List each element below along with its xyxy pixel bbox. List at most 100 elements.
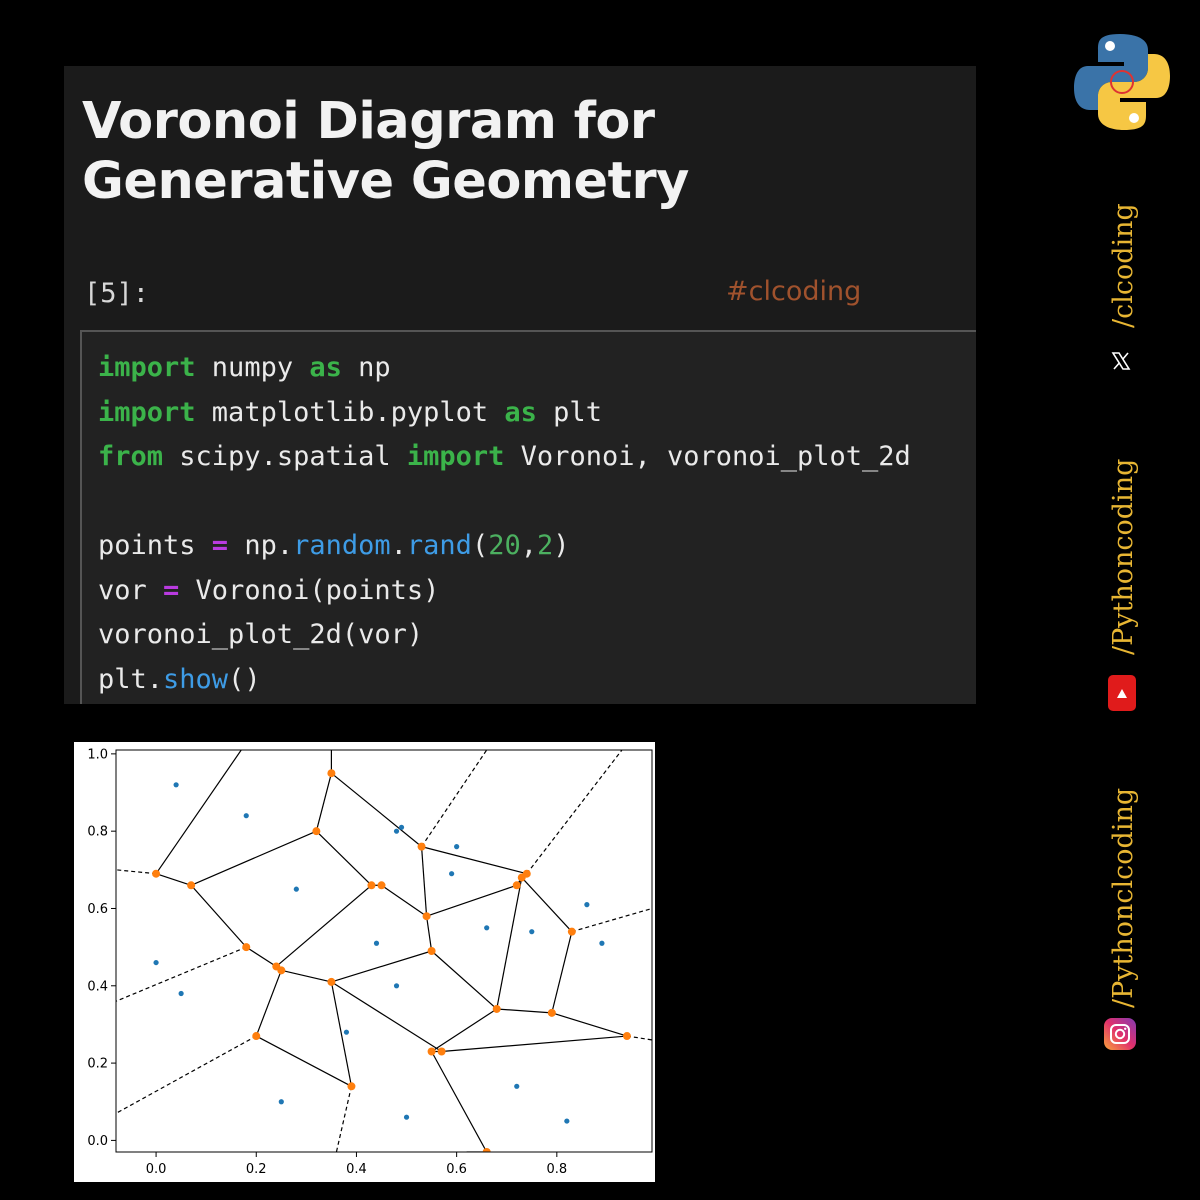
code-token: rand	[406, 530, 472, 561]
data-point	[153, 959, 159, 966]
voronoi-plot: 0.0 0.2 0.4 0.6 0.8 0.0 0.2 0.4 0.6 0.8 1.0	[74, 742, 655, 1182]
voronoi-ridge-infinite	[116, 1035, 257, 1114]
voronoi-vertex	[437, 1047, 446, 1056]
code-token: plt.	[98, 663, 164, 695]
voronoi-edge	[155, 873, 192, 886]
code-token: show	[163, 663, 229, 695]
code-token: =	[163, 574, 180, 606]
voronoi-edge	[190, 830, 317, 886]
data-point	[454, 844, 460, 850]
voronoi-vertex	[187, 881, 196, 890]
voronoi-edge	[551, 1012, 628, 1037]
data-point	[484, 925, 490, 931]
code-token: numpy	[195, 352, 310, 383]
code-token: (	[471, 530, 489, 561]
instagram-icon[interactable]	[1104, 1018, 1136, 1050]
voronoi-ridge-infinite	[116, 869, 157, 875]
code-token: Voronoi, voronoi_plot_2d	[504, 441, 911, 472]
voronoi-edge	[431, 1008, 498, 1053]
data-point	[398, 824, 405, 830]
code-token: Voronoi(points)	[179, 574, 440, 606]
voronoi-edge	[255, 970, 282, 1037]
code-token: points	[98, 530, 212, 561]
voronoi-vertex	[422, 912, 431, 921]
data-point	[373, 940, 380, 946]
x-logo-icon[interactable]	[1110, 350, 1132, 372]
code-line: import numpy as np	[98, 352, 391, 383]
voronoi-edge	[551, 931, 573, 1013]
page-title: Voronoi Diagram for Generative Geometry	[82, 92, 689, 211]
x-tick-label: 0.2	[246, 1162, 267, 1177]
x-tick-label: 0.8	[546, 1162, 567, 1177]
voronoi-ridge-infinite	[526, 750, 623, 875]
voronoi-vertex	[327, 769, 336, 778]
data-point	[178, 990, 184, 997]
social-sidebar: /clcoding /Pythoncoding /Pythonclcoding	[1060, 0, 1200, 1200]
code-line: from scipy.spatial import Voronoi, voron…	[98, 441, 911, 472]
voronoi-edge	[315, 830, 372, 886]
cell-prompt: [5]:	[84, 278, 150, 309]
voronoi-edge	[496, 1008, 552, 1014]
code-token: 2	[536, 530, 554, 561]
voronoi-edge	[441, 1035, 628, 1053]
data-point	[584, 902, 590, 908]
y-tick-label: 0.0	[87, 1134, 108, 1149]
notebook-cell: Voronoi Diagram for Generative Geometry …	[64, 66, 976, 704]
code-line: points = np.random.rand(20,2)	[98, 530, 570, 561]
voronoi-edge	[425, 916, 433, 952]
data-point	[343, 1029, 350, 1035]
voronoi-vertex	[517, 873, 526, 882]
voronoi-vertex	[512, 881, 521, 890]
voronoi-edge	[431, 950, 498, 1010]
data-point	[173, 782, 179, 788]
data-point	[403, 1114, 410, 1120]
voronoi-edge	[431, 1051, 488, 1152]
code-token: as	[309, 352, 342, 383]
youtube-handle[interactable]: /Pythoncoding	[1108, 459, 1139, 655]
voronoi-vertex	[567, 927, 576, 936]
voronoi-edge	[421, 846, 527, 875]
code-token: import	[406, 441, 505, 472]
x-tick-label: 0.4	[346, 1162, 367, 1177]
code-cell[interactable]: import numpy as np import matplotlib.pyp…	[80, 330, 976, 704]
voronoi-vertex	[427, 947, 436, 955]
code-token: =	[211, 530, 229, 561]
instagram-handle[interactable]: /Pythonclcoding	[1108, 788, 1139, 1008]
y-tick-label: 0.2	[87, 1057, 108, 1072]
code-line: vor = Voronoi(points)	[98, 575, 439, 606]
code-token: voronoi_plot_2d(vor)	[98, 619, 424, 650]
code-token: np	[341, 352, 391, 383]
voronoi-vertex	[427, 1047, 436, 1056]
voronoi-vertex	[327, 977, 336, 986]
voronoi-edge	[281, 969, 332, 983]
python-logo-icon	[1074, 34, 1170, 130]
voronoi-vertex	[312, 827, 321, 836]
data-point	[599, 940, 605, 946]
x-tick-label: 0.6	[446, 1162, 467, 1177]
voronoi-edge	[381, 884, 427, 917]
data-point	[243, 813, 249, 819]
voronoi-vertex	[547, 1008, 556, 1017]
code-token: vor	[98, 574, 164, 606]
code-token: .	[390, 530, 407, 561]
voronoi-ridge-infinite	[335, 1086, 353, 1152]
voronoi-edge	[255, 1035, 352, 1087]
data-point	[449, 871, 455, 877]
code-token: np.	[228, 530, 294, 561]
voronoi-vertex	[252, 1032, 261, 1041]
code-token: ()	[228, 663, 261, 695]
voronoi-edge	[245, 946, 277, 967]
voronoi-ridge-infinite	[421, 750, 488, 847]
voronoi-edge	[330, 981, 353, 1087]
youtube-icon[interactable]	[1108, 675, 1136, 711]
code-token: matplotlib.pyplot	[195, 396, 505, 428]
code-line: plt.show()	[98, 664, 261, 695]
voronoi-vertex	[377, 881, 386, 890]
axes-frame	[115, 749, 653, 1153]
code-token: import	[98, 352, 196, 383]
code-editor[interactable]: import numpy as np import matplotlib.pyp…	[82, 332, 976, 702]
x-handle[interactable]: /clcoding	[1108, 203, 1139, 328]
voronoi-edge	[331, 981, 442, 1053]
code-token: as	[504, 396, 537, 428]
voronoi-vertex	[622, 1032, 631, 1041]
